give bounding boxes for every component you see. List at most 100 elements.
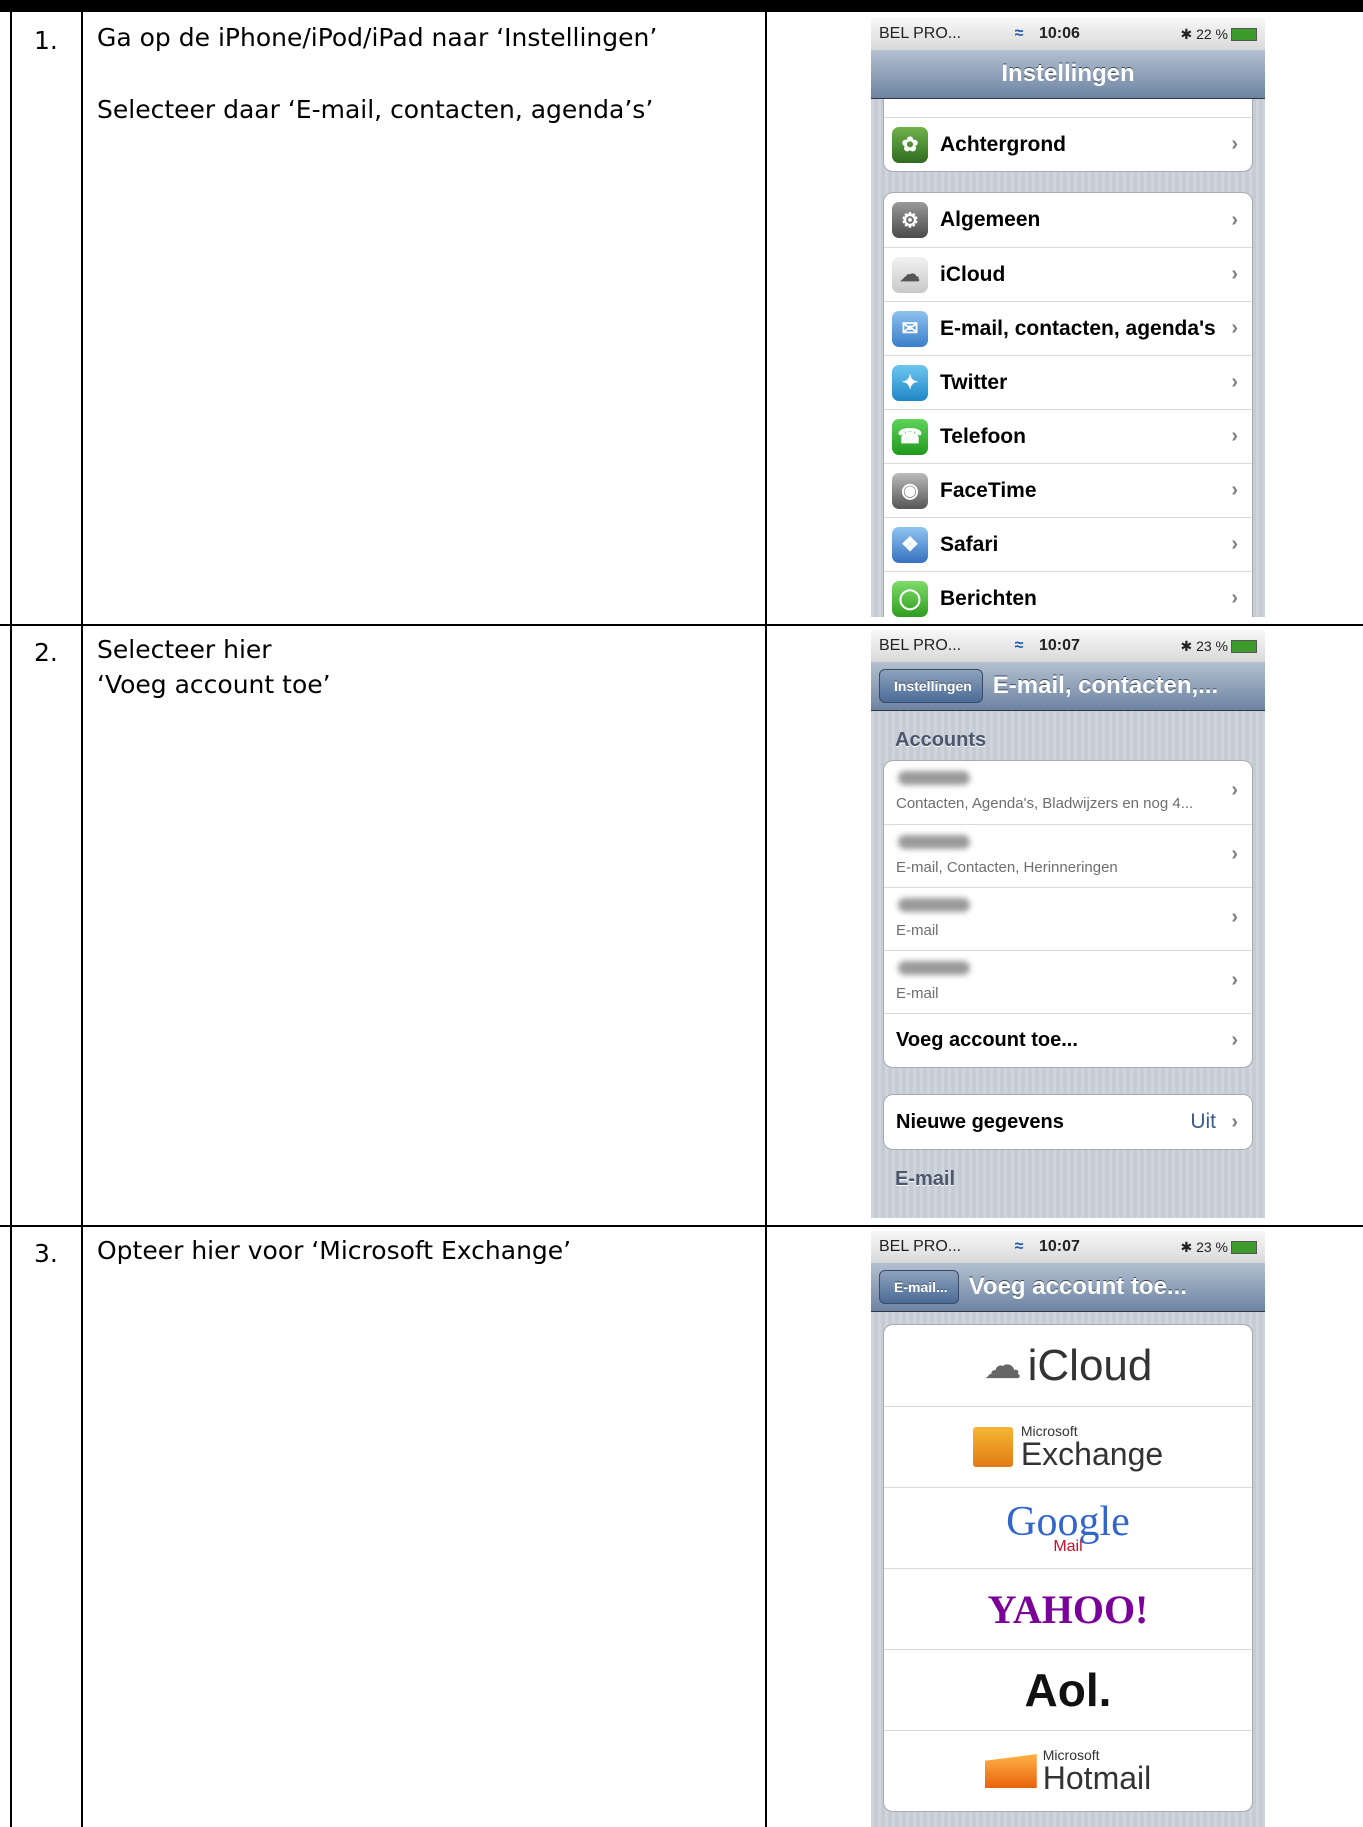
back-button[interactable]: E-mail... bbox=[879, 1270, 959, 1304]
settings-item-label: Berichten bbox=[940, 586, 1037, 610]
screenshot-mail-accounts: BEL PRO... ≈ 10:07 ✱ 23 % Instellingen E… bbox=[871, 630, 1265, 1218]
screenshot-add-account: BEL PRO... ≈ 10:07 ✱ 23 % E-mail... Voeg… bbox=[871, 1231, 1265, 1827]
screenshot-settings: BEL PRO... ≈ 10:06 ✱ 22 % Instellingen ✿… bbox=[871, 18, 1265, 617]
provider-hotmail[interactable]: Microsoft Hotmail bbox=[884, 1730, 1252, 1811]
cloud-icon: ☁ bbox=[983, 1345, 1022, 1387]
account-name-redacted bbox=[898, 835, 970, 849]
account-services: Contacten, Agenda's, Bladwijzers en nog … bbox=[896, 795, 1194, 812]
fetch-value: Uit bbox=[1190, 1110, 1216, 1133]
exchange-logo: Microsoft Exchange bbox=[1021, 1424, 1163, 1470]
step-1-text-line-2: Selecteer daar ‘E-mail, contacten, agend… bbox=[97, 95, 654, 124]
chevron-right-icon: › bbox=[1231, 779, 1238, 801]
provider-yahoo-label: YAHOO! bbox=[987, 1586, 1149, 1632]
flower-icon: ✿ bbox=[892, 126, 928, 163]
table-border-col1 bbox=[81, 12, 83, 1827]
nav-title: Instellingen bbox=[1001, 60, 1135, 87]
back-button[interactable]: Instellingen bbox=[879, 669, 983, 703]
bluetooth-icon: ✱ bbox=[1180, 25, 1193, 42]
status-bar: BEL PRO... ≈ 10:06 ✱ 22 % bbox=[871, 18, 1265, 50]
camera-icon: ◉ bbox=[892, 472, 928, 509]
account-services: E-mail, Contacten, Herinneringen bbox=[896, 859, 1118, 876]
chevron-right-icon: › bbox=[1231, 587, 1238, 609]
wifi-icon: ≈ bbox=[1014, 25, 1024, 42]
chevron-right-icon: › bbox=[1231, 533, 1238, 555]
twitter-icon: ✦ bbox=[892, 364, 928, 401]
provider-exchange[interactable]: Microsoft Exchange bbox=[884, 1406, 1252, 1487]
settings-item-label: iCloud bbox=[940, 262, 1006, 286]
nav-title: Voeg account toe... bbox=[968, 1273, 1187, 1300]
section-accounts: Accounts bbox=[895, 729, 987, 751]
chevron-right-icon: › bbox=[1231, 317, 1238, 339]
header-bar bbox=[0, 0, 1363, 12]
settings-item-safari[interactable]: ❖ Safari › bbox=[884, 517, 1252, 571]
provider-google-label: Google bbox=[1006, 1499, 1130, 1545]
add-account-button[interactable]: Voeg account toe... › bbox=[884, 1013, 1252, 1067]
fetch-group: Nieuwe gegevens Uit › bbox=[883, 1094, 1253, 1150]
gear-icon: ⚙ bbox=[892, 202, 928, 238]
section-email: E-mail bbox=[895, 1168, 956, 1190]
step-1-text-line-1: Ga op de iPhone/iPod/iPad naar ‘Instelli… bbox=[97, 23, 658, 52]
battery-status: ✱ 22 % bbox=[1159, 26, 1257, 43]
wifi-icon: ≈ bbox=[1014, 1238, 1024, 1255]
fetch-label: Nieuwe gegevens bbox=[896, 1110, 1064, 1133]
account-row[interactable]: Contacten, Agenda's, Bladwijzers en nog … bbox=[884, 761, 1252, 824]
settings-item-label: Achtergrond bbox=[940, 132, 1066, 156]
partial-row bbox=[884, 97, 1252, 117]
settings-item-twitter[interactable]: ✦ Twitter › bbox=[884, 355, 1252, 409]
table-row-divider-2 bbox=[0, 1225, 1363, 1227]
nav-title: E-mail, contacten,... bbox=[992, 672, 1219, 699]
google-mail-label: Mail bbox=[1053, 1538, 1083, 1555]
provider-yahoo[interactable]: YAHOO! bbox=[884, 1568, 1252, 1649]
table-border-left bbox=[10, 12, 12, 1827]
carrier-label: BEL PRO... bbox=[879, 637, 962, 654]
cloud-icon: ☁ bbox=[892, 256, 928, 293]
chevron-right-icon: › bbox=[1231, 1110, 1238, 1133]
chevron-right-icon: › bbox=[1231, 425, 1238, 447]
mail-icon: ✉ bbox=[892, 310, 928, 347]
settings-item-algemeen[interactable]: ⚙ Algemeen › bbox=[884, 193, 1252, 247]
account-row[interactable]: E-mail › bbox=[884, 950, 1252, 1013]
step-1-number: 1. bbox=[34, 26, 58, 55]
step-2-text-line-2: ‘Voeg account toe’ bbox=[97, 670, 331, 699]
hotmail-logo: Microsoft Hotmail bbox=[1043, 1748, 1151, 1794]
nav-bar: E-mail... Voeg account toe... bbox=[871, 1263, 1265, 1312]
providers-group: ☁ iCloud Microsoft Exchange Google Mail … bbox=[883, 1324, 1253, 1812]
provider-aol[interactable]: Aol. bbox=[884, 1649, 1252, 1730]
account-name-redacted bbox=[898, 898, 970, 912]
settings-item-label: Algemeen bbox=[940, 208, 1041, 231]
provider-aol-label: Aol. bbox=[1024, 1664, 1112, 1716]
clock: 10:07 bbox=[1039, 637, 1080, 654]
settings-item-telefoon[interactable]: ☎ Telefoon › bbox=[884, 409, 1252, 463]
settings-item-label: Twitter bbox=[940, 370, 1008, 394]
accounts-group: Contacten, Agenda's, Bladwijzers en nog … bbox=[883, 760, 1253, 1068]
wifi-icon: ≈ bbox=[1014, 637, 1024, 654]
add-account-label: Voeg account toe... bbox=[896, 1029, 1078, 1051]
battery-percent: 23 % bbox=[1196, 637, 1228, 654]
account-row[interactable]: E-mail › bbox=[884, 887, 1252, 950]
settings-item-label: Safari bbox=[940, 532, 999, 556]
battery-percent: 23 % bbox=[1196, 1238, 1228, 1255]
table-row-divider-1 bbox=[0, 624, 1363, 626]
settings-item-achtergrond[interactable]: ✿ Achtergrond › bbox=[884, 117, 1252, 171]
provider-icloud[interactable]: ☁ iCloud bbox=[884, 1325, 1252, 1406]
fetch-new-data-row[interactable]: Nieuwe gegevens Uit › bbox=[884, 1095, 1252, 1149]
settings-item-berichten[interactable]: ◯ Berichten › bbox=[884, 571, 1252, 617]
provider-exchange-label: Exchange bbox=[1020, 1436, 1164, 1472]
account-row[interactable]: E-mail, Contacten, Herinneringen › bbox=[884, 824, 1252, 887]
provider-google[interactable]: Google Mail bbox=[884, 1487, 1252, 1568]
settings-group-2: ⚙ Algemeen › ☁ iCloud › ✉ E-mail, contac… bbox=[883, 192, 1253, 617]
provider-hotmail-label: Hotmail bbox=[1042, 1760, 1152, 1796]
nav-bar: Instellingen E-mail, contacten,... bbox=[871, 662, 1265, 711]
compass-icon: ❖ bbox=[892, 526, 928, 563]
battery-icon bbox=[1231, 1241, 1257, 1255]
account-name-redacted bbox=[898, 771, 970, 785]
settings-item-icloud[interactable]: ☁ iCloud › bbox=[884, 247, 1252, 301]
nav-bar: Instellingen bbox=[871, 50, 1265, 99]
provider-icloud-label: iCloud bbox=[1027, 1340, 1153, 1390]
settings-item-facetime[interactable]: ◉ FaceTime › bbox=[884, 463, 1252, 517]
message-icon: ◯ bbox=[892, 580, 928, 617]
settings-item-email[interactable]: ✉ E-mail, contacten, agenda's › bbox=[884, 301, 1252, 355]
clock: 10:06 bbox=[1039, 25, 1080, 42]
instructions-table: 1. Ga op de iPhone/iPod/iPad naar ‘Inste… bbox=[0, 12, 1363, 1827]
settings-item-label: E-mail, contacten, agenda's bbox=[940, 316, 1216, 340]
